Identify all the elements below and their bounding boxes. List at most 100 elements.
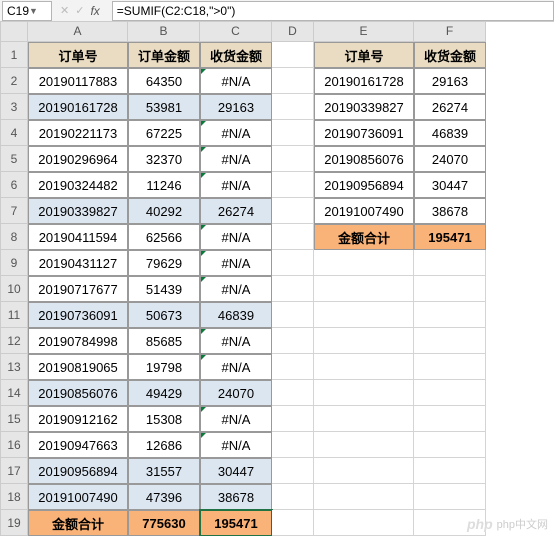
cell-receive[interactable]: #N/A <box>200 328 272 354</box>
cell-amount[interactable]: 47396 <box>128 484 200 510</box>
row-header[interactable]: 1 <box>0 42 28 68</box>
row-header[interactable]: 11 <box>0 302 28 328</box>
cell-empty[interactable] <box>272 380 314 406</box>
cell-order[interactable]: 20190717677 <box>28 276 128 302</box>
cell-amount[interactable]: 40292 <box>128 198 200 224</box>
cell-receive[interactable]: #N/A <box>200 172 272 198</box>
cell-amount[interactable]: 67225 <box>128 120 200 146</box>
cell-receive-r[interactable]: 29163 <box>414 68 486 94</box>
fx-icon[interactable]: fx <box>90 4 99 18</box>
cell-empty[interactable] <box>414 484 486 510</box>
cell-receive[interactable]: #N/A <box>200 432 272 458</box>
cell-receive-r[interactable]: 26274 <box>414 94 486 120</box>
row-header[interactable]: 7 <box>0 198 28 224</box>
cell-empty[interactable] <box>272 510 314 536</box>
cell-amount[interactable]: 15308 <box>128 406 200 432</box>
row-header[interactable]: 10 <box>0 276 28 302</box>
cell-order[interactable]: 20190221173 <box>28 120 128 146</box>
cell-empty[interactable] <box>414 510 486 536</box>
row-header[interactable]: 3 <box>0 94 28 120</box>
cell-receive[interactable]: 38678 <box>200 484 272 510</box>
cell-empty[interactable] <box>272 42 314 68</box>
cell-amount[interactable]: 85685 <box>128 328 200 354</box>
cell-empty[interactable] <box>414 354 486 380</box>
cell-amount[interactable]: 32370 <box>128 146 200 172</box>
cell-order-r[interactable]: 20190736091 <box>314 120 414 146</box>
cell-receive[interactable]: 26274 <box>200 198 272 224</box>
cell-amount[interactable]: 50673 <box>128 302 200 328</box>
name-box[interactable]: C19 ▼ <box>2 1 52 21</box>
cell-empty[interactable] <box>272 406 314 432</box>
cell-empty[interactable] <box>272 94 314 120</box>
row-header[interactable]: 17 <box>0 458 28 484</box>
cell-order[interactable]: 20190736091 <box>28 302 128 328</box>
cell-amount[interactable]: 19798 <box>128 354 200 380</box>
cell-order[interactable]: 20190411594 <box>28 224 128 250</box>
cell-amount[interactable]: 53981 <box>128 94 200 120</box>
cell-amount[interactable]: 31557 <box>128 458 200 484</box>
cell-order[interactable]: 20190947663 <box>28 432 128 458</box>
cell-order[interactable]: 20190296964 <box>28 146 128 172</box>
cell-order[interactable]: 20190784998 <box>28 328 128 354</box>
cell-receive[interactable]: 24070 <box>200 380 272 406</box>
cell-receive[interactable]: 46839 <box>200 302 272 328</box>
formula-bar[interactable]: =SUMIF(C2:C18,">0") <box>112 1 554 21</box>
cell-amount[interactable]: 11246 <box>128 172 200 198</box>
cell-receive-r[interactable]: 38678 <box>414 198 486 224</box>
row-header[interactable]: 4 <box>0 120 28 146</box>
cell-empty[interactable] <box>414 406 486 432</box>
col-header[interactable]: B <box>128 22 200 42</box>
row-header[interactable]: 2 <box>0 68 28 94</box>
cell-order-r[interactable]: 20191007490 <box>314 198 414 224</box>
col-header[interactable]: D <box>272 22 314 42</box>
cell-empty[interactable] <box>414 276 486 302</box>
col-header[interactable]: E <box>314 22 414 42</box>
cell-empty[interactable] <box>272 354 314 380</box>
cell-amount[interactable]: 49429 <box>128 380 200 406</box>
cell-empty[interactable] <box>314 406 414 432</box>
cell-receive[interactable]: #N/A <box>200 120 272 146</box>
cell-receive-r[interactable]: 24070 <box>414 146 486 172</box>
cell-order-r[interactable]: 20190856076 <box>314 146 414 172</box>
cell-empty[interactable] <box>272 172 314 198</box>
cell-amount[interactable]: 64350 <box>128 68 200 94</box>
row-header[interactable]: 14 <box>0 380 28 406</box>
check-icon[interactable]: ✓ <box>75 4 84 17</box>
cell-order-r[interactable]: 20190339827 <box>314 94 414 120</box>
cell-receive[interactable]: #N/A <box>200 406 272 432</box>
cell-receive[interactable]: #N/A <box>200 276 272 302</box>
cell-empty[interactable] <box>314 302 414 328</box>
cell-order-r[interactable]: 20190161728 <box>314 68 414 94</box>
cell-empty[interactable] <box>272 250 314 276</box>
row-header[interactable]: 19 <box>0 510 28 536</box>
spreadsheet-grid[interactable]: ABCDEF1订单号订单金额收货金额订单号收货金额220190117883643… <box>0 22 554 536</box>
cell-receive[interactable]: #N/A <box>200 250 272 276</box>
cell-empty[interactable] <box>272 198 314 224</box>
row-header[interactable]: 5 <box>0 146 28 172</box>
row-header[interactable]: 16 <box>0 432 28 458</box>
cell-receive[interactable]: #N/A <box>200 354 272 380</box>
col-header[interactable]: C <box>200 22 272 42</box>
cell-empty[interactable] <box>314 432 414 458</box>
cell-order[interactable]: 20191007490 <box>28 484 128 510</box>
cell-amount[interactable]: 51439 <box>128 276 200 302</box>
cell-empty[interactable] <box>314 276 414 302</box>
cell-order[interactable]: 20190161728 <box>28 94 128 120</box>
cell-order[interactable]: 20190912162 <box>28 406 128 432</box>
cell-empty[interactable] <box>272 432 314 458</box>
row-header[interactable]: 9 <box>0 250 28 276</box>
cell-receive[interactable]: #N/A <box>200 146 272 172</box>
chevron-down-icon[interactable]: ▼ <box>29 6 47 16</box>
cell-empty[interactable] <box>272 302 314 328</box>
cell-empty[interactable] <box>314 458 414 484</box>
cell-order[interactable]: 20190117883 <box>28 68 128 94</box>
cell-order[interactable]: 20190339827 <box>28 198 128 224</box>
cell-amount[interactable]: 62566 <box>128 224 200 250</box>
cell-empty[interactable] <box>414 302 486 328</box>
row-header[interactable]: 18 <box>0 484 28 510</box>
cell-order[interactable]: 20190956894 <box>28 458 128 484</box>
cell-receive-r[interactable]: 46839 <box>414 120 486 146</box>
cell-receive[interactable]: 30447 <box>200 458 272 484</box>
cell-empty[interactable] <box>272 146 314 172</box>
col-header[interactable]: A <box>28 22 128 42</box>
